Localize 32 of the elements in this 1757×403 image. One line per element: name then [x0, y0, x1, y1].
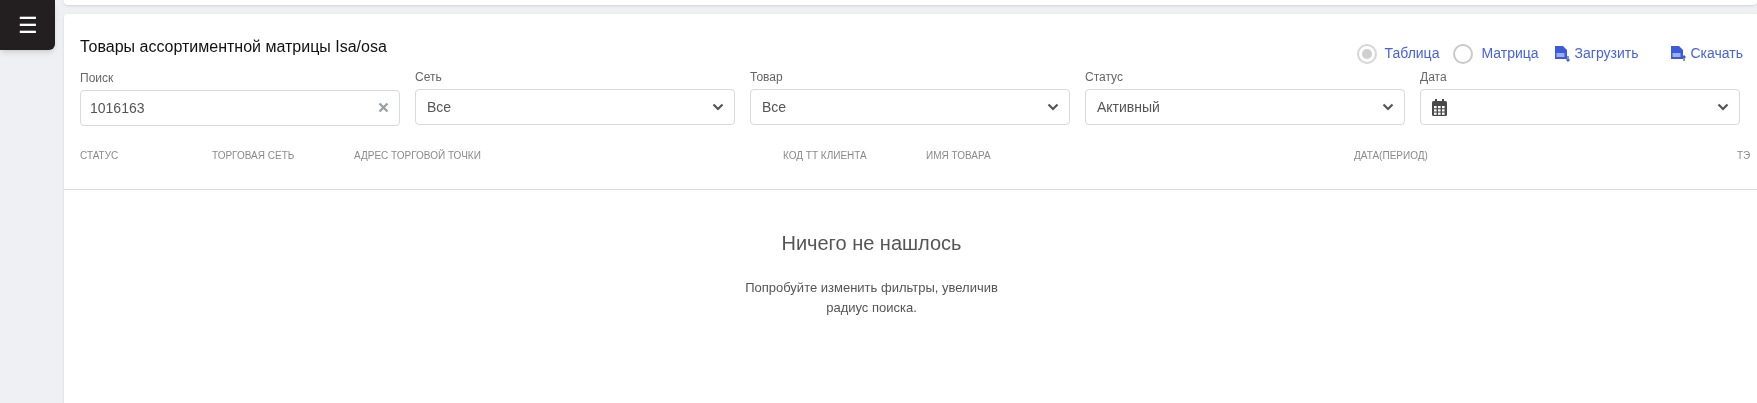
view-radio[interactable]: Матрица	[1453, 43, 1539, 64]
select-field[interactable]: Активный	[1085, 89, 1405, 125]
filter-label: Товар	[750, 70, 784, 84]
filter-label: Дата	[1420, 70, 1448, 84]
menu-button[interactable]: ☰	[0, 0, 55, 50]
search-field[interactable]: 1016163	[80, 90, 400, 126]
filter-label: Сеть	[415, 70, 443, 84]
column-header: АДРЕС ТОРГОВОЙ ТОЧКИ	[354, 150, 481, 161]
column-header: ТЭ	[1737, 150, 1751, 161]
download-button[interactable]: Скачать	[1668, 43, 1743, 64]
xls-upload-icon	[1668, 45, 1686, 62]
empty-title: Ничего не нашлось	[781, 231, 962, 256]
chevron-down-icon	[712, 103, 724, 111]
column-header: КОД ТТ КЛИЕНТА	[783, 150, 867, 161]
chevron-down-icon	[1382, 103, 1394, 111]
page-title: Товары ассортиментной матрицы Isa/osa	[80, 37, 387, 57]
xls-download-icon	[1552, 45, 1570, 62]
chevron-down-icon	[1717, 103, 1729, 111]
empty-message: Попробуйте изменить фильтры, увеличив радиус поиска.	[744, 279, 999, 317]
column-header: ИМЯ ТОВАРА	[926, 150, 991, 161]
column-header: СТАТУС	[80, 150, 119, 161]
filter-label: Поиск	[80, 71, 115, 85]
date-field[interactable]	[1420, 89, 1740, 125]
clear-icon[interactable]	[378, 102, 389, 113]
column-header: ДАТА(ПЕРИОД)	[1354, 150, 1428, 161]
chevron-down-icon	[1047, 103, 1059, 111]
filter-label: Статус	[1085, 70, 1124, 84]
column-header: ТОРГОВАЯ СЕТЬ	[212, 150, 295, 161]
upload-button[interactable]: Загрузить	[1552, 43, 1639, 64]
calendar-icon	[1432, 98, 1447, 116]
select-field[interactable]: Все	[415, 89, 735, 125]
select-field[interactable]: Все	[750, 89, 1070, 125]
